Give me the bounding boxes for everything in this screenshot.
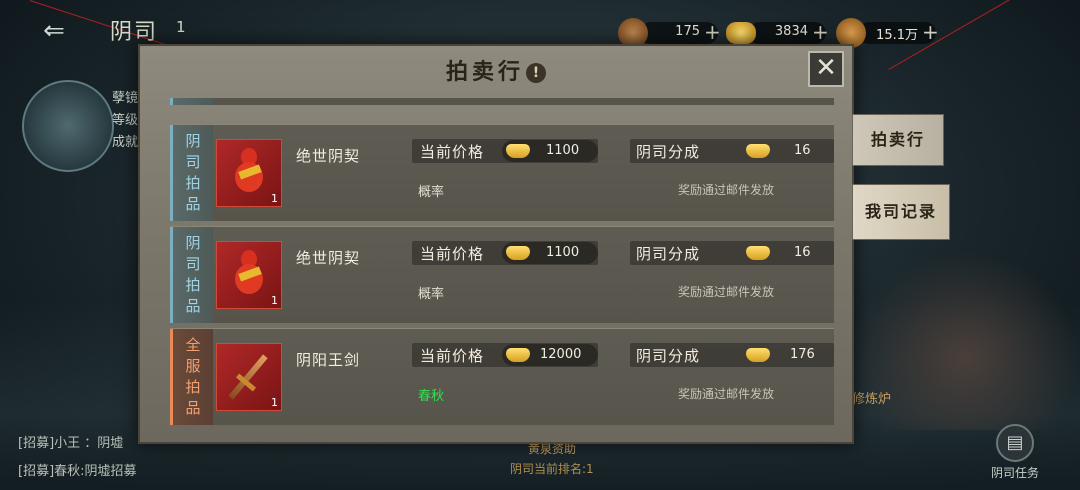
refine-furnace-label[interactable]: 修炼炉: [852, 388, 891, 407]
tab-auction[interactable]: 拍卖行: [852, 114, 944, 166]
item-tag: 全 服 拍 品: [170, 329, 213, 425]
sword-blade: [228, 354, 268, 400]
item-quantity: 1: [271, 192, 278, 205]
tag-text: 阴 司 拍 品: [173, 131, 213, 215]
item-tag: [170, 98, 213, 105]
info-icon[interactable]: !: [526, 63, 546, 83]
side-line: 成就: [112, 135, 139, 150]
mail-note: 奖励通过邮件发放: [678, 183, 775, 197]
gold-ingot-icon: [746, 246, 770, 260]
add-copper-button[interactable]: +: [922, 20, 939, 44]
share-value: 16: [794, 245, 811, 260]
rate-label: 概率: [418, 185, 445, 200]
side-line: 等级: [112, 113, 139, 128]
share-label: 阴司分成: [636, 347, 701, 365]
gold-ingot-icon: [726, 22, 756, 44]
price-value: 12000: [540, 347, 582, 362]
tag-char: 拍: [185, 378, 201, 396]
item-name: 绝世阴契: [296, 249, 361, 267]
resource-value: 3834: [774, 24, 808, 39]
dialog-title-text: 拍卖行: [445, 60, 524, 85]
page-count: 1: [176, 18, 186, 36]
gold-ingot-icon: [746, 348, 770, 362]
price-value: 1100: [546, 245, 580, 260]
list-item: 阴 司 拍 品 1 绝世阴契 当前价格 1100 概率 阴司分成 16 奖励通过…: [170, 124, 834, 221]
price-label: 当前价格: [420, 143, 485, 161]
rate-label: 春秋: [418, 389, 445, 404]
chat-feed[interactable]: [招募]小王 ：阴墟 [招募]春秋:阴墟招募: [18, 430, 137, 486]
tag-char: 阴: [185, 132, 201, 150]
mail-note: 奖励通过邮件发放: [678, 387, 775, 401]
back-button[interactable]: ⇐: [30, 16, 78, 46]
side-line: 孽镜: [112, 91, 139, 106]
item-tag: 阴 司 拍 品: [170, 227, 213, 323]
list-item: 全 服 拍 品 1 阴阳王剑 当前价格 12000 春秋 阴司分成 176 奖励…: [170, 328, 834, 425]
share-label: 阴司分成: [636, 143, 701, 161]
tag-char: 阴: [185, 234, 201, 252]
tag-char: 全: [185, 336, 201, 354]
gold-ingot-icon: [506, 246, 530, 260]
resource-value: 175: [675, 24, 700, 39]
share-label: 阴司分成: [636, 245, 701, 263]
side-info: 孽镜 等级 成就: [112, 88, 138, 154]
tag-char: 司: [185, 153, 201, 171]
tag-char: 司: [185, 255, 201, 273]
tab-my-records[interactable]: 我司记录: [852, 184, 950, 240]
tag-char: 拍: [185, 276, 201, 294]
item-name: 阴阳王剑: [296, 351, 361, 369]
share-value: 16: [794, 143, 811, 158]
tag-char: 品: [185, 195, 201, 213]
tag-char: 品: [185, 399, 201, 417]
dialog-title: 拍卖行!: [140, 54, 852, 86]
price-label: 当前价格: [420, 347, 485, 365]
gourd-shape: [235, 148, 263, 198]
price-label: 当前价格: [420, 245, 485, 263]
page-title: 阴司: [110, 20, 159, 45]
item-quantity: 1: [271, 294, 278, 307]
add-gold-button[interactable]: +: [812, 20, 829, 44]
auction-dialog: 拍卖行! ✕ 阴 司 拍 品 1 绝世阴契 当前价格 1100 概率 阴司分成 …: [138, 44, 854, 444]
gold-ingot-icon: [746, 144, 770, 158]
gold-ingot-icon: [506, 348, 530, 362]
close-button[interactable]: ✕: [808, 51, 844, 87]
add-jade-button[interactable]: +: [704, 20, 721, 44]
price-value: 1100: [546, 143, 580, 158]
list-item: [170, 98, 834, 105]
item-name: 绝世阴契: [296, 147, 361, 165]
sword-icon[interactable]: 1: [216, 343, 282, 411]
tag-text: 全 服 拍 品: [173, 335, 213, 419]
tag-char: 服: [185, 357, 201, 375]
chat-line: [招募]春秋:阴墟招募: [18, 464, 137, 479]
gourd-shape: [235, 250, 263, 300]
rate-label: 概率: [418, 287, 445, 302]
chat-line: [招募]小王 ：阴墟: [18, 436, 124, 451]
mail-note: 奖励通过邮件发放: [678, 285, 775, 299]
auction-list[interactable]: 阴 司 拍 品 1 绝世阴契 当前价格 1100 概率 阴司分成 16 奖励通过…: [170, 98, 834, 438]
tag-char: 拍: [185, 174, 201, 192]
bottom-rank: 阴司当前排名:1: [510, 462, 594, 476]
tag-char: 品: [185, 297, 201, 315]
red-gourd-icon[interactable]: 1: [216, 241, 282, 309]
resource-value: 15.1万: [876, 28, 918, 43]
red-gourd-icon[interactable]: 1: [216, 139, 282, 207]
share-value: 176: [790, 347, 815, 362]
guild-emblem-icon[interactable]: [22, 80, 114, 172]
item-quantity: 1: [271, 396, 278, 409]
gold-ingot-icon: [506, 144, 530, 158]
list-item: 阴 司 拍 品 1 绝世阴契 当前价格 1100 概率 阴司分成 16 奖励通过…: [170, 226, 834, 323]
task-button[interactable]: ▤ 阴司任务: [980, 424, 1050, 480]
task-label: 阴司任务: [990, 466, 1039, 480]
scroll-icon: ▤: [996, 424, 1034, 462]
item-tag: 阴 司 拍 品: [170, 125, 213, 221]
tag-text: 阴 司 拍 品: [173, 233, 213, 317]
